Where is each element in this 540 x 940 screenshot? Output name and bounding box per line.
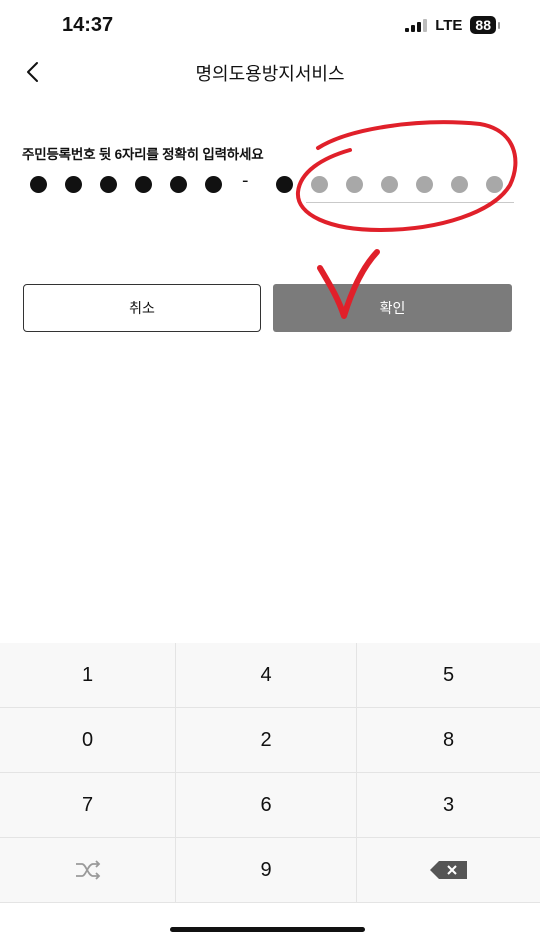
cancel-button[interactable]: 취소 [23,284,261,332]
shuffle-icon [75,860,100,880]
key-5[interactable]: 5 [357,643,540,708]
status-time: 14:37 [62,14,114,36]
signal-icon [405,18,428,32]
shuffle-button[interactable] [0,838,176,903]
rrn-front-dot [30,176,47,193]
rrn-front-dot [135,176,152,193]
key-7[interactable]: 7 [0,773,176,838]
backspace-icon [429,861,467,879]
page-title: 명의도용방지서비스 [195,64,345,84]
key-6[interactable]: 6 [176,773,357,838]
key-2[interactable]: 2 [176,708,357,773]
key-0[interactable]: 0 [0,708,176,773]
key-4[interactable]: 4 [176,643,357,708]
rrn-underline [306,202,514,203]
rrn-front-dot [205,176,222,193]
key-9[interactable]: 9 [176,838,357,903]
rrn-back-dot [486,176,503,193]
battery-icon: 88 [470,16,496,34]
backspace-button[interactable] [357,838,540,903]
rrn-input[interactable]: - [24,170,514,206]
confirm-button[interactable]: 확인 [273,284,512,332]
rrn-prompt: 주민등록번호 뒷 6자리를 정확히 입력하세요 [22,147,264,162]
battery-nub [498,21,500,29]
key-8[interactable]: 8 [357,708,540,773]
status-bar: 14:37 LTE 88 [0,0,540,50]
rrn-separator: - [242,170,249,191]
home-indicator [170,927,365,932]
secure-keypad: 1 4 5 0 2 8 7 6 3 9 [0,643,540,903]
rrn-back-dot [381,176,398,193]
rrn-back-dot [346,176,363,193]
rrn-front-dot [170,176,187,193]
nav-bar: 명의도용방지서비스 [0,50,540,96]
rrn-back-dot [416,176,433,193]
rrn-front-dot [65,176,82,193]
status-indicators: LTE 88 [405,16,500,34]
rrn-front-dot [100,176,117,193]
network-type: LTE [435,16,463,34]
rrn-back-dot [451,176,468,193]
key-1[interactable]: 1 [0,643,176,708]
rrn-back-dot [276,176,293,193]
key-3[interactable]: 3 [357,773,540,838]
rrn-back-dot [311,176,328,193]
